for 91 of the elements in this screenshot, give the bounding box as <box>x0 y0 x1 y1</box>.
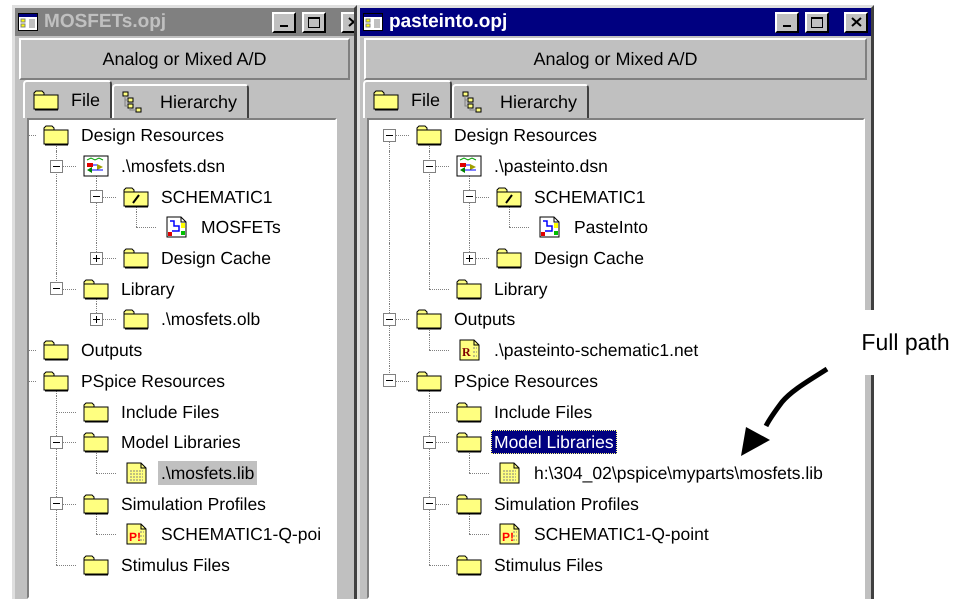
collapse-toggle[interactable] <box>50 497 62 510</box>
tree-item[interactable]: .\mosfets.lib <box>158 460 258 485</box>
close-icon <box>850 17 862 27</box>
folder-icon <box>416 124 442 146</box>
folder-icon <box>456 492 482 515</box>
mode-label: Analog or Mixed A/D <box>102 48 267 71</box>
expand-toggle[interactable] <box>90 312 102 326</box>
tree-item[interactable]: Design Resources <box>451 123 600 148</box>
expand-toggle[interactable] <box>90 252 102 265</box>
folder-icon <box>123 247 149 270</box>
annotation-label: Full path <box>861 328 950 358</box>
tab[interactable]: Hierarchy <box>452 84 590 118</box>
minimize-button[interactable] <box>775 12 799 32</box>
tree-item[interactable]: .\pasteinto-schematic1.net <box>491 338 702 362</box>
tree-item[interactable]: SCHEMATIC1-Q-point <box>531 522 712 546</box>
tree-item[interactable]: h:\304_02\pspice\myparts\mosfets.lib <box>531 460 826 485</box>
folder-icon <box>496 247 522 270</box>
collapse-toggle[interactable] <box>422 436 436 449</box>
folder-icon <box>83 492 109 515</box>
tree-item[interactable]: Library <box>118 276 178 301</box>
collapse-toggle[interactable] <box>422 160 436 173</box>
tree-item[interactable]: Outputs <box>78 338 146 362</box>
tree-item[interactable]: Simulation Profiles <box>491 492 642 516</box>
tree-item[interactable]: Outputs <box>451 307 518 332</box>
tab[interactable]: File <box>363 80 452 118</box>
minimize-button[interactable] <box>272 12 296 32</box>
folder-icon <box>43 339 69 362</box>
tree-item[interactable]: Simulation Profiles <box>118 492 269 516</box>
folder-icon <box>456 431 482 454</box>
collapse-toggle[interactable] <box>422 497 436 510</box>
tree-item[interactable]: Design Cache <box>158 246 274 270</box>
tree-item[interactable]: SCHEMATIC1 <box>531 184 648 209</box>
maximize-button[interactable] <box>302 12 326 32</box>
collapse-toggle[interactable] <box>462 190 476 204</box>
minimize-icon <box>783 24 791 26</box>
folder-icon <box>416 308 442 330</box>
folder-icon <box>83 400 109 423</box>
window-title: pasteinto.opj <box>389 10 508 34</box>
collapse-toggle[interactable] <box>90 190 102 204</box>
tree-item[interactable]: PasteInto <box>571 215 651 240</box>
tree-item[interactable]: .\mosfets.dsn <box>118 154 228 178</box>
folder-icon <box>123 308 149 330</box>
tree-item[interactable]: Include Files <box>118 400 222 424</box>
close-button[interactable] <box>844 12 868 32</box>
minimize-icon <box>280 24 288 26</box>
collapse-toggle[interactable] <box>382 312 396 326</box>
tree-item[interactable]: Stimulus Files <box>118 552 233 577</box>
tree-item[interactable]: Model Libraries <box>118 430 244 454</box>
mode-label: Analog or Mixed A/D <box>533 48 698 71</box>
folder-icon <box>123 186 149 208</box>
folder-icon <box>33 89 59 111</box>
folder-icon <box>456 554 482 576</box>
expand-toggle[interactable] <box>462 252 476 265</box>
tree-item[interactable]: Design Cache <box>531 246 647 270</box>
tree-item[interactable]: Library <box>491 276 550 301</box>
folder-icon <box>416 370 442 392</box>
tree-item[interactable]: .\pasteinto.dsn <box>491 154 611 178</box>
collapse-toggle[interactable] <box>50 436 62 449</box>
maximize-button[interactable] <box>805 12 829 32</box>
app-icon <box>363 13 383 31</box>
collapse-toggle[interactable] <box>50 160 62 173</box>
folder-icon <box>43 370 69 392</box>
tab[interactable]: Hierarchy <box>112 84 250 118</box>
folder-icon <box>83 278 109 300</box>
tree-item[interactable]: PSpice Resources <box>451 368 601 393</box>
folder-icon <box>43 124 69 146</box>
tree-item[interactable]: PSpice Resources <box>78 368 228 393</box>
collapse-toggle[interactable] <box>382 128 396 142</box>
folder-icon <box>456 278 482 300</box>
tree-item[interactable]: Include Files <box>491 400 596 424</box>
tree-item[interactable]: Stimulus Files <box>491 552 606 577</box>
folder-icon <box>456 400 482 423</box>
maximize-icon <box>811 16 823 28</box>
tree-item[interactable]: Model Libraries <box>491 430 617 454</box>
folder-icon <box>373 89 399 111</box>
tree-item[interactable]: Design Resources <box>78 123 227 148</box>
folder-icon <box>83 431 109 454</box>
design-file-icon <box>456 155 482 178</box>
tab[interactable]: File <box>23 80 112 118</box>
collapse-toggle[interactable] <box>382 374 396 388</box>
maximize-icon <box>308 16 320 28</box>
tree-item[interactable]: SCHEMATIC1-Q-poi <box>158 522 324 546</box>
folder-icon <box>496 186 522 208</box>
app-icon <box>18 13 38 31</box>
tree-item[interactable]: SCHEMATIC1 <box>158 184 276 209</box>
tree-item[interactable]: MOSFETs <box>198 215 284 240</box>
folder-icon <box>83 554 109 576</box>
tree-item[interactable]: .\mosfets.olb <box>158 307 264 332</box>
design-file-icon <box>83 155 109 178</box>
window-title: MOSFETs.opj <box>44 10 168 34</box>
collapse-toggle[interactable] <box>50 282 62 296</box>
